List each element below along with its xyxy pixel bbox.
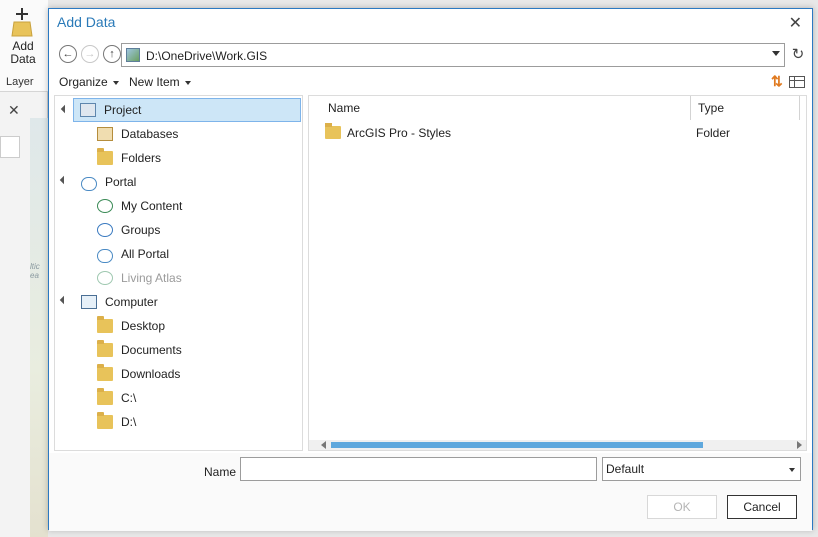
organize-label: Organize bbox=[59, 75, 108, 89]
project-icon bbox=[80, 103, 96, 117]
tree-item-computer[interactable]: Computer bbox=[59, 290, 158, 314]
name-field[interactable] bbox=[240, 457, 597, 481]
folder-icon bbox=[97, 316, 113, 333]
groups-icon bbox=[97, 223, 113, 237]
list-item-type: Folder bbox=[696, 126, 731, 140]
folder-icon bbox=[97, 148, 113, 165]
folder-connection-icon bbox=[126, 48, 140, 62]
chevron-down-icon[interactable] bbox=[772, 51, 780, 56]
tree-item-label: All Portal bbox=[121, 247, 170, 261]
folder-tree: Project Databases Folders Portal My Cont… bbox=[54, 95, 303, 451]
portal-cloud-icon bbox=[81, 177, 97, 191]
column-divider[interactable] bbox=[799, 96, 800, 120]
folder-icon bbox=[325, 123, 341, 139]
organize-menu[interactable]: Organize bbox=[59, 75, 119, 89]
navigation-bar: ← → ↑ D:\OneDrive\Work.GIS ↻ bbox=[55, 43, 807, 67]
column-header-type[interactable]: Type bbox=[691, 96, 799, 120]
map-view[interactable] bbox=[30, 118, 48, 537]
scroll-left-icon[interactable] bbox=[321, 441, 326, 449]
tree-item-label: Downloads bbox=[121, 367, 181, 381]
dialog-footer: Name Default OK Cancel bbox=[49, 453, 812, 531]
list-item-name: ArcGIS Pro - Styles bbox=[347, 126, 452, 140]
tree-item-label: Portal bbox=[105, 175, 137, 189]
filter-value: Default bbox=[606, 462, 645, 476]
map-label: ltic ea bbox=[30, 262, 40, 280]
dialog-toolbar: Organize New Item ⇅ bbox=[59, 73, 807, 93]
tree-item-documents[interactable]: Documents bbox=[97, 338, 182, 362]
background-app: Add Data Layer ✕ ltic ea bbox=[0, 0, 48, 537]
expand-toggle-icon[interactable] bbox=[60, 104, 70, 114]
computer-icon bbox=[81, 295, 97, 309]
tree-item-label: Project bbox=[104, 103, 142, 117]
my-content-icon bbox=[97, 199, 113, 213]
address-text: D:\OneDrive\Work.GIS bbox=[146, 49, 268, 63]
tree-item-project[interactable]: Project bbox=[60, 98, 301, 122]
add-data-label-2: Data bbox=[10, 52, 36, 66]
sort-icon[interactable]: ⇅ bbox=[771, 73, 783, 90]
content-list: Name Type ArcGIS Pro - Styles Folder bbox=[308, 95, 807, 451]
up-icon[interactable]: ↑ bbox=[103, 45, 121, 63]
address-bar[interactable]: D:\OneDrive\Work.GIS bbox=[121, 43, 785, 67]
living-atlas-icon bbox=[97, 271, 113, 285]
ok-button[interactable]: OK bbox=[647, 495, 717, 519]
chevron-down-icon bbox=[789, 468, 795, 472]
horizontal-scrollbar[interactable] bbox=[309, 440, 806, 450]
tree-item-all-portal[interactable]: All Portal bbox=[97, 242, 169, 266]
dialog-title: Add Data bbox=[57, 14, 116, 30]
chevron-down-icon bbox=[184, 80, 191, 85]
scroll-right-icon[interactable] bbox=[797, 441, 802, 449]
folder-icon bbox=[97, 388, 113, 405]
tree-item-label: My Content bbox=[121, 199, 183, 213]
add-data-dialog: Add Data ✕ ← → ↑ D:\OneDrive\Work.GIS ↻ … bbox=[48, 8, 813, 531]
refresh-icon[interactable]: ↻ bbox=[789, 45, 807, 65]
new-item-label: New Item bbox=[129, 75, 180, 89]
add-data-icon bbox=[11, 8, 33, 37]
pane-combo[interactable] bbox=[0, 136, 20, 158]
all-portal-cloud-icon bbox=[97, 249, 113, 263]
tree-item-downloads[interactable]: Downloads bbox=[97, 362, 180, 386]
folder-icon bbox=[97, 340, 113, 357]
tree-item-living-atlas[interactable]: Living Atlas bbox=[97, 266, 182, 290]
list-item[interactable]: ArcGIS Pro - Styles Folder bbox=[309, 122, 806, 144]
back-icon[interactable]: ← bbox=[59, 45, 77, 63]
tree-item-label: Folders bbox=[121, 151, 162, 165]
add-data-button[interactable]: Add Data bbox=[8, 40, 38, 66]
forward-icon[interactable]: → bbox=[81, 45, 99, 63]
tree-item-label: D:\ bbox=[121, 415, 137, 429]
expand-toggle-icon[interactable] bbox=[59, 175, 69, 185]
tree-item-label: Databases bbox=[121, 127, 179, 141]
tree-item-my-content[interactable]: My Content bbox=[97, 194, 182, 218]
tree-item-label: Computer bbox=[105, 295, 158, 309]
folder-icon bbox=[97, 364, 113, 381]
dialog-titlebar[interactable]: Add Data ✕ bbox=[49, 9, 812, 37]
view-options-icon[interactable] bbox=[789, 76, 805, 88]
tree-item-d-drive[interactable]: D:\ bbox=[97, 410, 136, 434]
database-icon bbox=[97, 127, 113, 141]
tree-item-label: Documents bbox=[121, 343, 182, 357]
new-item-menu[interactable]: New Item bbox=[129, 75, 191, 89]
name-label: Name bbox=[204, 465, 237, 479]
scrollbar-thumb[interactable] bbox=[331, 442, 703, 448]
tree-item-portal[interactable]: Portal bbox=[59, 170, 137, 194]
chevron-down-icon bbox=[112, 80, 119, 85]
tree-item-desktop[interactable]: Desktop bbox=[97, 314, 165, 338]
ribbon: Add Data Layer bbox=[0, 0, 48, 92]
tree-item-label: Desktop bbox=[121, 319, 166, 333]
ribbon-group-layer: Layer bbox=[6, 76, 34, 88]
close-icon[interactable]: ✕ bbox=[789, 13, 802, 33]
tree-item-databases[interactable]: Databases bbox=[97, 122, 178, 146]
tree-item-c-drive[interactable]: C:\ bbox=[97, 386, 136, 410]
tree-item-label: Living Atlas bbox=[121, 271, 182, 285]
cancel-button[interactable]: Cancel bbox=[727, 495, 797, 519]
tree-item-groups[interactable]: Groups bbox=[97, 218, 160, 242]
filter-dropdown[interactable]: Default bbox=[602, 457, 801, 481]
tree-item-label: C:\ bbox=[121, 391, 137, 405]
expand-toggle-icon[interactable] bbox=[59, 295, 69, 305]
pane-close-icon[interactable]: ✕ bbox=[8, 102, 20, 119]
tree-item-label: Groups bbox=[121, 223, 161, 237]
folder-icon bbox=[97, 412, 113, 429]
tree-item-folders[interactable]: Folders bbox=[97, 146, 161, 170]
column-header-name[interactable]: Name bbox=[309, 96, 690, 120]
